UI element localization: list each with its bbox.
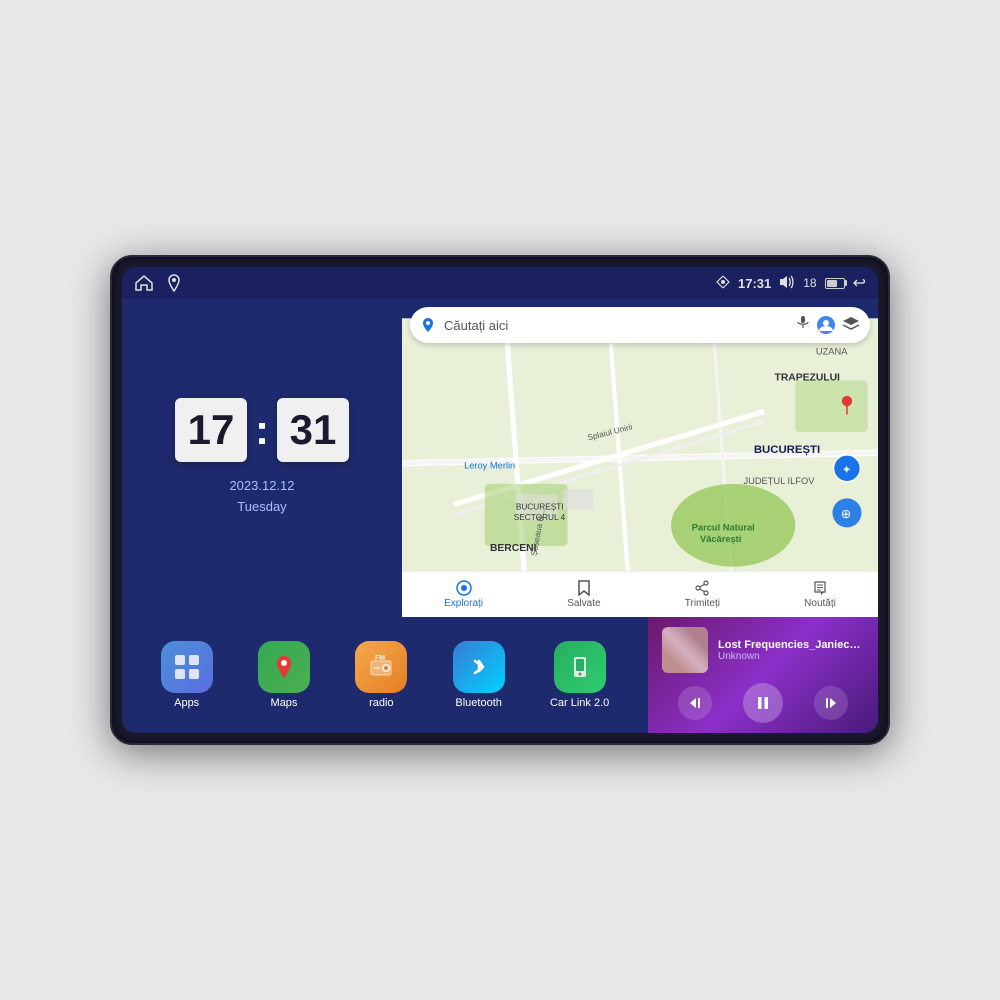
svg-text:FM: FM — [375, 655, 385, 662]
svg-text:BUCUREȘTI: BUCUREȘTI — [754, 444, 820, 456]
apps-dock: Apps Maps — [122, 617, 648, 733]
gps-signal-icon — [716, 275, 730, 292]
clock-display: 17 : 31 — [175, 398, 349, 462]
bottom-row: Apps Maps — [122, 617, 878, 733]
day-value: Tuesday — [229, 497, 294, 518]
volume-icon — [779, 275, 795, 292]
top-row: 17 : 31 2023.12.12 Tuesday — [122, 299, 878, 617]
bluetooth-label: Bluetooth — [455, 697, 501, 709]
play-pause-button[interactable] — [743, 683, 783, 723]
map-search-placeholder: Căutați aici — [444, 318, 788, 333]
layers-icon[interactable] — [842, 315, 860, 333]
date-display: 2023.12.12 Tuesday — [229, 476, 294, 518]
map-search-icons — [796, 315, 860, 335]
map-nav-share[interactable]: Trimiteți — [685, 580, 720, 609]
svg-text:JUDEȚUL ILFOV: JUDEȚUL ILFOV — [743, 476, 815, 486]
status-right: 17:31 18 ↩ — [716, 273, 866, 293]
app-apps[interactable]: Apps — [161, 641, 213, 709]
music-player: Lost Frequencies_Janieck Devy-... Unknow… — [648, 617, 878, 733]
location-icon[interactable] — [164, 273, 184, 293]
music-info: Lost Frequencies_Janieck Devy-... Unknow… — [662, 627, 864, 673]
svg-text:✦: ✦ — [842, 465, 852, 477]
clock-minute: 31 — [277, 398, 349, 462]
map-widget[interactable]: Parcul Natural Văcărești TRAPEZULUI BUCU… — [402, 299, 878, 617]
svg-text:UZANA: UZANA — [816, 347, 848, 357]
svg-text:⊕: ⊕ — [841, 507, 851, 521]
map-nav-explore[interactable]: Explorați — [444, 580, 483, 609]
svg-text:Leroy Merlin: Leroy Merlin — [464, 460, 515, 470]
map-area: Parcul Natural Văcărești TRAPEZULUI BUCU… — [402, 299, 878, 617]
date-value: 2023.12.12 — [229, 476, 294, 497]
maps-label: Maps — [271, 697, 298, 709]
map-pin-icon — [420, 317, 436, 333]
time-display: 17:31 — [738, 276, 771, 291]
battery-icon — [825, 278, 845, 289]
app-radio[interactable]: FM radio — [355, 641, 407, 709]
prev-button[interactable] — [678, 686, 712, 720]
battery-level: 18 — [803, 276, 816, 290]
map-nav-saved[interactable]: Salvate — [567, 580, 600, 609]
apps-label: Apps — [174, 697, 199, 709]
carlink-label: Car Link 2.0 — [550, 697, 609, 709]
map-bottom-nav: Explorați Salvate — [402, 571, 878, 617]
main-content: 17 : 31 2023.12.12 Tuesday — [122, 299, 878, 733]
app-bluetooth[interactable]: Bluetooth — [453, 641, 505, 709]
album-art — [662, 627, 708, 673]
bluetooth-icon — [453, 641, 505, 693]
status-left — [134, 273, 184, 293]
svg-text:Parcul Natural: Parcul Natural — [692, 522, 755, 532]
clock-colon: : — [255, 406, 269, 454]
next-button[interactable] — [814, 686, 848, 720]
back-button[interactable]: ↩ — [853, 273, 866, 293]
microphone-icon[interactable] — [796, 315, 810, 329]
apps-icon — [161, 641, 213, 693]
music-controls — [662, 683, 864, 723]
status-bar: 17:31 18 ↩ — [122, 267, 878, 299]
maps-icon — [258, 641, 310, 693]
carlink-icon — [554, 641, 606, 693]
map-search-bar[interactable]: Căutați aici — [410, 307, 870, 343]
home-icon[interactable] — [134, 273, 154, 293]
clock-widget: 17 : 31 2023.12.12 Tuesday — [122, 299, 402, 617]
music-artist: Unknown — [718, 651, 864, 662]
car-head-unit: 17:31 18 ↩ — [110, 255, 890, 745]
clock-hour: 17 — [175, 398, 247, 462]
music-title: Lost Frequencies_Janieck Devy-... — [718, 639, 864, 651]
radio-icon: FM — [355, 641, 407, 693]
google-account-icon[interactable] — [816, 315, 836, 335]
svg-text:Văcărești: Văcărești — [700, 534, 741, 544]
radio-label: radio — [369, 697, 393, 709]
svg-text:TRAPEZULUI: TRAPEZULUI — [775, 372, 841, 383]
music-text: Lost Frequencies_Janieck Devy-... Unknow… — [718, 639, 864, 662]
app-maps[interactable]: Maps — [258, 641, 310, 709]
map-nav-news[interactable]: Noutăți — [804, 580, 836, 609]
screen: 17:31 18 ↩ — [122, 267, 878, 733]
app-carlink[interactable]: Car Link 2.0 — [550, 641, 609, 709]
